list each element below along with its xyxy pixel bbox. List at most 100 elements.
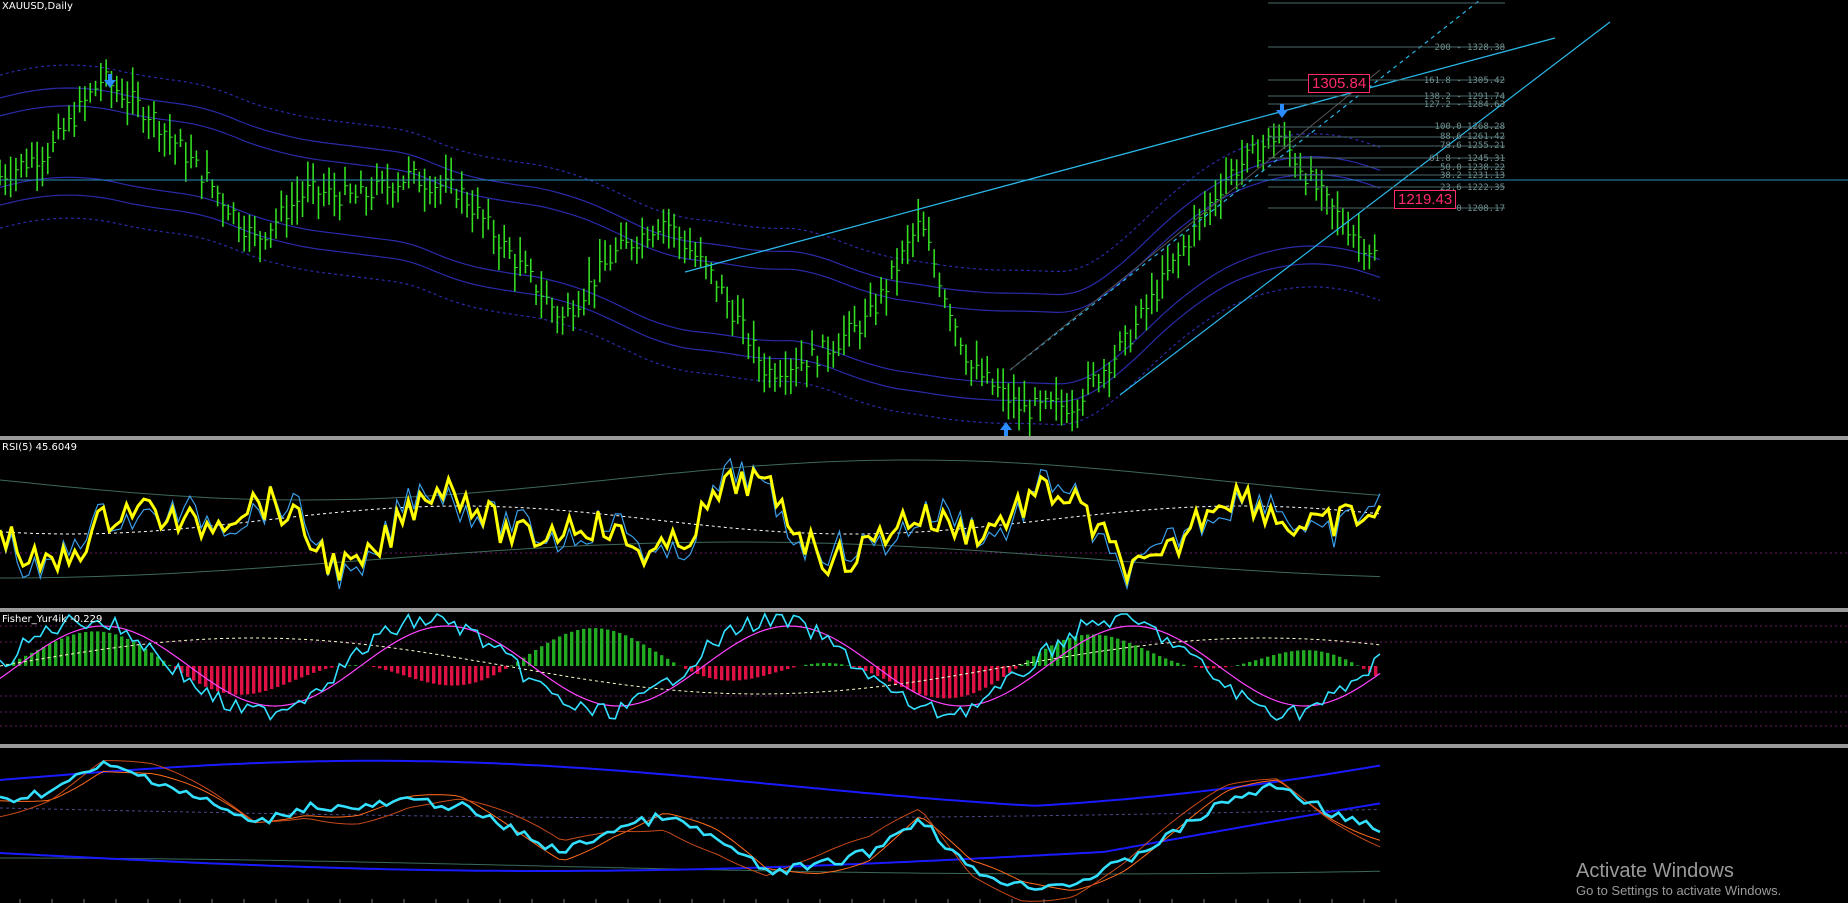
fisher-histogram-bar [810, 663, 814, 666]
fisher-histogram-bar [1308, 650, 1312, 666]
fisher-histogram-bar [1278, 653, 1282, 666]
osc-band-mid [0, 807, 1381, 819]
fisher-histogram-bar [246, 666, 250, 695]
fisher-histogram-bar [1140, 647, 1144, 666]
fisher-histogram-bar [744, 666, 748, 680]
fisher-histogram-bar [324, 666, 328, 670]
fisher-histogram-bar [1326, 652, 1330, 666]
fisher-histogram-bar [1080, 635, 1084, 666]
fisher-histogram-bar [252, 666, 256, 694]
fisher-histogram-bar [768, 666, 772, 675]
fisher-histogram-bar [186, 666, 190, 677]
fisher-histogram-bar [300, 666, 304, 678]
fisher-histogram-bar [534, 649, 538, 666]
fisher-pane[interactable] [0, 612, 1848, 744]
fisher-histogram-bar [1146, 650, 1150, 666]
fisher-histogram-bar [1116, 638, 1120, 666]
fisher-histogram-bar [372, 666, 376, 668]
fisher-histogram-bar [78, 633, 82, 666]
fibo-label: 78.6 1255.21 [1439, 141, 1505, 151]
fisher-histogram-bar [168, 664, 172, 666]
fisher-histogram-bar [636, 641, 640, 666]
fisher-histogram-bar [204, 666, 208, 687]
fisher-histogram-bar [384, 666, 388, 670]
fisher-histogram-bar [468, 666, 472, 684]
fisher-histogram-bar [588, 628, 592, 666]
fibo-label: 161.8 - 1305.42 [1423, 76, 1505, 86]
fisher-title: Fisher_Yur4ik -0.229 [2, 614, 103, 625]
fisher-histogram-bar [330, 666, 334, 668]
fisher-histogram-bar [1350, 662, 1354, 666]
fisher-histogram-bar [228, 666, 232, 695]
fisher-histogram-bar [822, 662, 826, 666]
fisher-histogram-bar [786, 666, 790, 670]
fisher-histogram-bar [438, 666, 442, 685]
fisher-histogram-bar [600, 628, 604, 666]
fisher-histogram-bar [150, 652, 154, 666]
fisher-histogram-bar [576, 630, 580, 666]
fisher-histogram-bar [660, 655, 664, 666]
price-label-current: 1219.43 [1394, 190, 1457, 209]
fisher-histogram-bar [126, 638, 130, 666]
fisher-histogram-bar [1374, 666, 1378, 677]
fisher-histogram-bar [66, 636, 70, 666]
fisher-histogram-bar [138, 645, 142, 666]
fisher-histogram-bar [1314, 650, 1318, 666]
fisher-histogram-bar [984, 666, 988, 688]
fisher-histogram-bar [492, 666, 496, 676]
fisher-histogram-bar [354, 665, 358, 666]
fisher-histogram-bar [318, 666, 322, 671]
fisher-histogram-bar [432, 666, 436, 684]
fisher-histogram-bar [552, 639, 556, 666]
price-label-high: 1305.84 [1308, 74, 1371, 93]
fisher-histogram-bar [1284, 652, 1288, 666]
fisher-histogram-bar [1092, 634, 1096, 666]
fisher-histogram-bar [474, 666, 478, 683]
trendline-dashed [1009, 0, 1481, 371]
zigzag-line [1009, 69, 1381, 371]
fisher-histogram-bar [582, 628, 586, 666]
fisher-histogram-bar [1164, 658, 1168, 666]
fisher-histogram-bar [780, 666, 784, 671]
fisher-histogram-bar [594, 628, 598, 666]
fisher-histogram-bar [1176, 662, 1180, 666]
fisher-histogram-bar [456, 666, 460, 686]
fisher-histogram-bar [1068, 637, 1072, 666]
fisher-histogram-bar [816, 663, 820, 666]
fisher-histogram-bar [1200, 666, 1204, 668]
fisher-histogram-bar [756, 666, 760, 678]
fibo-label: 127.2 - 1284.63 [1423, 100, 1505, 110]
chart-window[interactable]: XAUUSD,Daily RSI(5) 45.6049 Fisher_Yur4i… [0, 0, 1848, 903]
fisher-histogram-bar [450, 666, 454, 686]
fisher-histogram-bar [990, 666, 994, 685]
fisher-histogram-bar [1290, 651, 1294, 666]
oscillator-pane[interactable] [0, 748, 1848, 903]
fisher-histogram-bar [726, 666, 730, 681]
fisher-histogram-bar [486, 666, 490, 679]
symbol-title: XAUUSD,Daily [2, 1, 73, 12]
osc-band-lower [0, 802, 1381, 872]
fisher-histogram-bar [1338, 656, 1342, 666]
fisher-histogram-bar [870, 666, 874, 674]
fisher-histogram-bar [804, 664, 808, 666]
fisher-histogram-bar [1014, 666, 1018, 669]
fisher-histogram-bar [972, 666, 976, 694]
rsi-pane[interactable] [0, 440, 1848, 608]
fisher-histogram-bar [258, 666, 262, 693]
fisher-histogram-bar [684, 666, 688, 669]
price-chart[interactable] [0, 0, 1848, 436]
fisher-histogram-bar [558, 636, 562, 666]
fisher-histogram-bar [108, 632, 112, 666]
fisher-histogram-bar [720, 666, 724, 681]
fisher-histogram-bar [1260, 658, 1264, 666]
fisher-histogram-bar [1170, 660, 1174, 666]
fisher-histogram-bar [888, 666, 892, 682]
activation-watermark: Activate Windows Go to Settings to activ… [1576, 860, 1781, 898]
fibo-label: 100.0 1268.28 [1434, 122, 1505, 132]
fisher-histogram-bar [570, 631, 574, 666]
fisher-histogram-bar [1032, 656, 1036, 666]
fisher-histogram-bar [834, 663, 838, 666]
fisher-histogram-bar [666, 658, 670, 666]
fisher-histogram-bar [942, 666, 946, 699]
fisher-histogram-bar [294, 666, 298, 680]
